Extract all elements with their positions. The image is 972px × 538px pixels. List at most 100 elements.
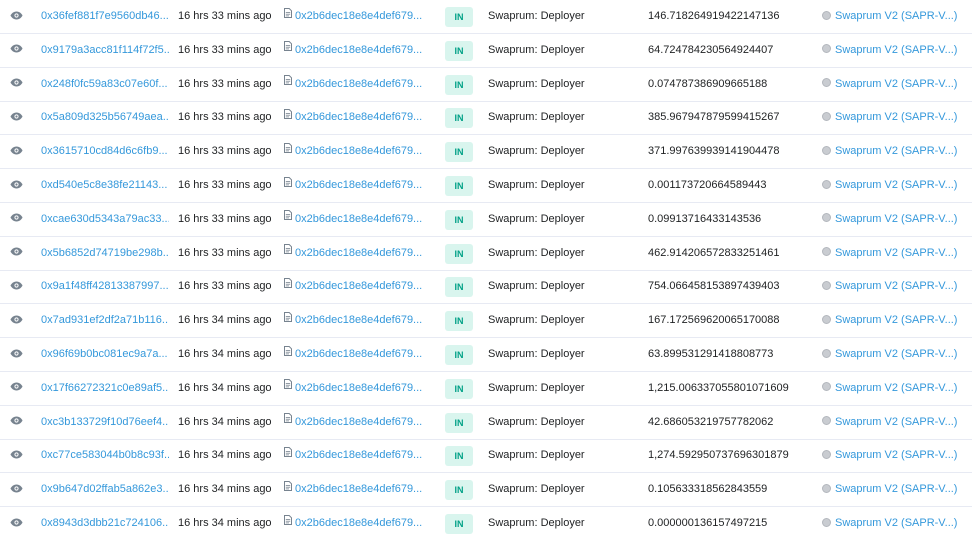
txn-hash-link[interactable]: 0x5a809d325b56749aea... [41,101,169,134]
txn-hash-link[interactable]: 0xc77ce583044b0b8c93f... [41,439,169,472]
transfer-value: 0.105633318562843559 [648,483,768,496]
token-link[interactable]: Swaprum V2 (SAPR-V...) [835,179,957,191]
eye-icon[interactable] [10,44,23,56]
txn-age: 16 hrs 34 mins ago [178,348,272,360]
view-button[interactable] [10,473,30,506]
from-address-link[interactable]: 0x2b6dec18e8e4def679... [295,483,422,495]
token-link[interactable]: Swaprum V2 (SAPR-V...) [835,213,957,225]
txn-hash-link[interactable]: 0x5b6852d74719be298b... [41,237,169,270]
eye-icon[interactable] [10,213,23,225]
document-icon [284,372,292,404]
eye-icon[interactable] [10,179,23,191]
txn-hash-link[interactable]: 0x3615710cd84d6c6fb9... [41,135,169,168]
view-button[interactable] [10,237,30,270]
token-icon [822,145,831,155]
view-button[interactable] [10,135,30,168]
eye-icon[interactable] [10,483,23,495]
from-address-link[interactable]: 0x2b6dec18e8e4def679... [295,348,422,360]
view-button[interactable] [10,372,30,405]
eye-icon[interactable] [10,416,23,428]
txn-hash-link[interactable]: 0x9a1f48ff42813387997... [41,270,169,303]
txn-hash-link[interactable]: 0xcae630d5343a79ac33... [41,203,169,236]
from-address-link[interactable]: 0x2b6dec18e8e4def679... [295,44,422,56]
token-link[interactable]: Swaprum V2 (SAPR-V...) [835,517,957,529]
view-button[interactable] [10,34,30,67]
direction-cell: IN [445,237,475,270]
from-address-link[interactable]: 0x2b6dec18e8e4def679... [295,213,422,225]
txn-age: 16 hrs 34 mins ago [178,483,272,496]
table-row: 0x36fef881f7e9560db46... 16 hrs 33 mins a… [0,0,972,34]
to-address: Swaprum: Deployer [488,179,585,191]
view-button[interactable] [10,0,30,33]
from-address: 0x2b6dec18e8e4def679... [284,406,424,439]
txn-hash-link[interactable]: 0x248f0fc59a83c07e60f... [41,68,169,101]
eye-icon[interactable] [10,449,23,461]
from-address-link[interactable]: 0x2b6dec18e8e4def679... [295,517,422,529]
token-link[interactable]: Swaprum V2 (SAPR-V...) [835,247,957,259]
from-address-link[interactable]: 0x2b6dec18e8e4def679... [295,247,422,259]
view-button[interactable] [10,203,30,236]
view-button[interactable] [10,507,30,538]
direction-badge: IN [445,108,473,129]
token-link[interactable]: Swaprum V2 (SAPR-V...) [835,44,957,56]
token-link[interactable]: Swaprum V2 (SAPR-V...) [835,348,957,360]
token-link[interactable]: Swaprum V2 (SAPR-V...) [835,280,957,292]
txn-hash-link[interactable]: 0x36fef881f7e9560db46... [41,0,169,33]
from-address-link[interactable]: 0x2b6dec18e8e4def679... [295,179,422,191]
token-link[interactable]: Swaprum V2 (SAPR-V...) [835,449,957,461]
txn-hash-link[interactable]: 0x96f69b0bc081ec9a7a... [41,338,169,371]
transfer-value: 1,215.006337055801071609 [648,381,789,394]
from-address-link[interactable]: 0x2b6dec18e8e4def679... [295,382,422,394]
view-button[interactable] [10,68,30,101]
from-address: 0x2b6dec18e8e4def679... [284,203,424,236]
eye-icon[interactable] [10,517,23,529]
eye-icon[interactable] [10,78,23,90]
txn-hash-link[interactable]: 0xc3b133729f10d76eef4... [41,406,169,439]
token-link[interactable]: Swaprum V2 (SAPR-V...) [835,382,957,394]
eye-icon[interactable] [10,280,23,292]
txn-hash-link[interactable]: 0xd540e5c8e38fe21143... [41,169,169,202]
txn-hash-link[interactable]: 0x9179a3acc81f114f72f5... [41,34,169,67]
from-address-link[interactable]: 0x2b6dec18e8e4def679... [295,280,422,292]
token-link[interactable]: Swaprum V2 (SAPR-V...) [835,78,957,90]
from-address-link[interactable]: 0x2b6dec18e8e4def679... [295,145,422,157]
from-address-link[interactable]: 0x2b6dec18e8e4def679... [295,416,422,428]
eye-icon[interactable] [10,145,23,157]
eye-icon[interactable] [10,382,23,394]
eye-icon[interactable] [10,314,23,326]
eye-icon[interactable] [10,348,23,360]
view-button[interactable] [10,406,30,439]
eye-icon[interactable] [10,10,23,22]
token-link[interactable]: Swaprum V2 (SAPR-V...) [835,145,957,157]
token-link[interactable]: Swaprum V2 (SAPR-V...) [835,314,957,326]
view-button[interactable] [10,439,30,472]
token-link[interactable]: Swaprum V2 (SAPR-V...) [835,10,957,22]
from-address-link[interactable]: 0x2b6dec18e8e4def679... [295,314,422,326]
eye-icon[interactable] [10,247,23,259]
view-button[interactable] [10,304,30,337]
view-button[interactable] [10,169,30,202]
token-link[interactable]: Swaprum V2 (SAPR-V...) [835,111,957,123]
from-address-link[interactable]: 0x2b6dec18e8e4def679... [295,111,422,123]
from-address: 0x2b6dec18e8e4def679... [284,473,424,506]
from-address-link[interactable]: 0x2b6dec18e8e4def679... [295,449,422,461]
txn-hash-link[interactable]: 0x7ad931ef2df2a71b116... [41,304,169,337]
table-row: 0xc3b133729f10d76eef4... 16 hrs 34 mins a… [0,406,972,440]
to-address: Swaprum: Deployer [488,348,585,360]
to-address: Swaprum: Deployer [488,517,585,529]
view-button[interactable] [10,270,30,303]
eye-icon[interactable] [10,111,23,123]
txn-hash-link[interactable]: 0x9b647d02ffab5a862e3... [41,473,169,506]
token-link[interactable]: Swaprum V2 (SAPR-V...) [835,416,957,428]
direction-badge: IN [445,514,473,534]
token-icon [822,10,831,20]
to-address: Swaprum: Deployer [488,483,585,496]
token-link[interactable]: Swaprum V2 (SAPR-V...) [835,483,957,495]
txn-hash-link[interactable]: 0x17f66272321c0e89af5... [41,372,169,405]
from-address-link[interactable]: 0x2b6dec18e8e4def679... [295,78,422,90]
txn-hash-link[interactable]: 0x8943d3dbb21c724106... [41,507,169,538]
view-button[interactable] [10,101,30,134]
from-address-link[interactable]: 0x2b6dec18e8e4def679... [295,10,422,22]
direction-cell: IN [445,135,475,168]
view-button[interactable] [10,338,30,371]
